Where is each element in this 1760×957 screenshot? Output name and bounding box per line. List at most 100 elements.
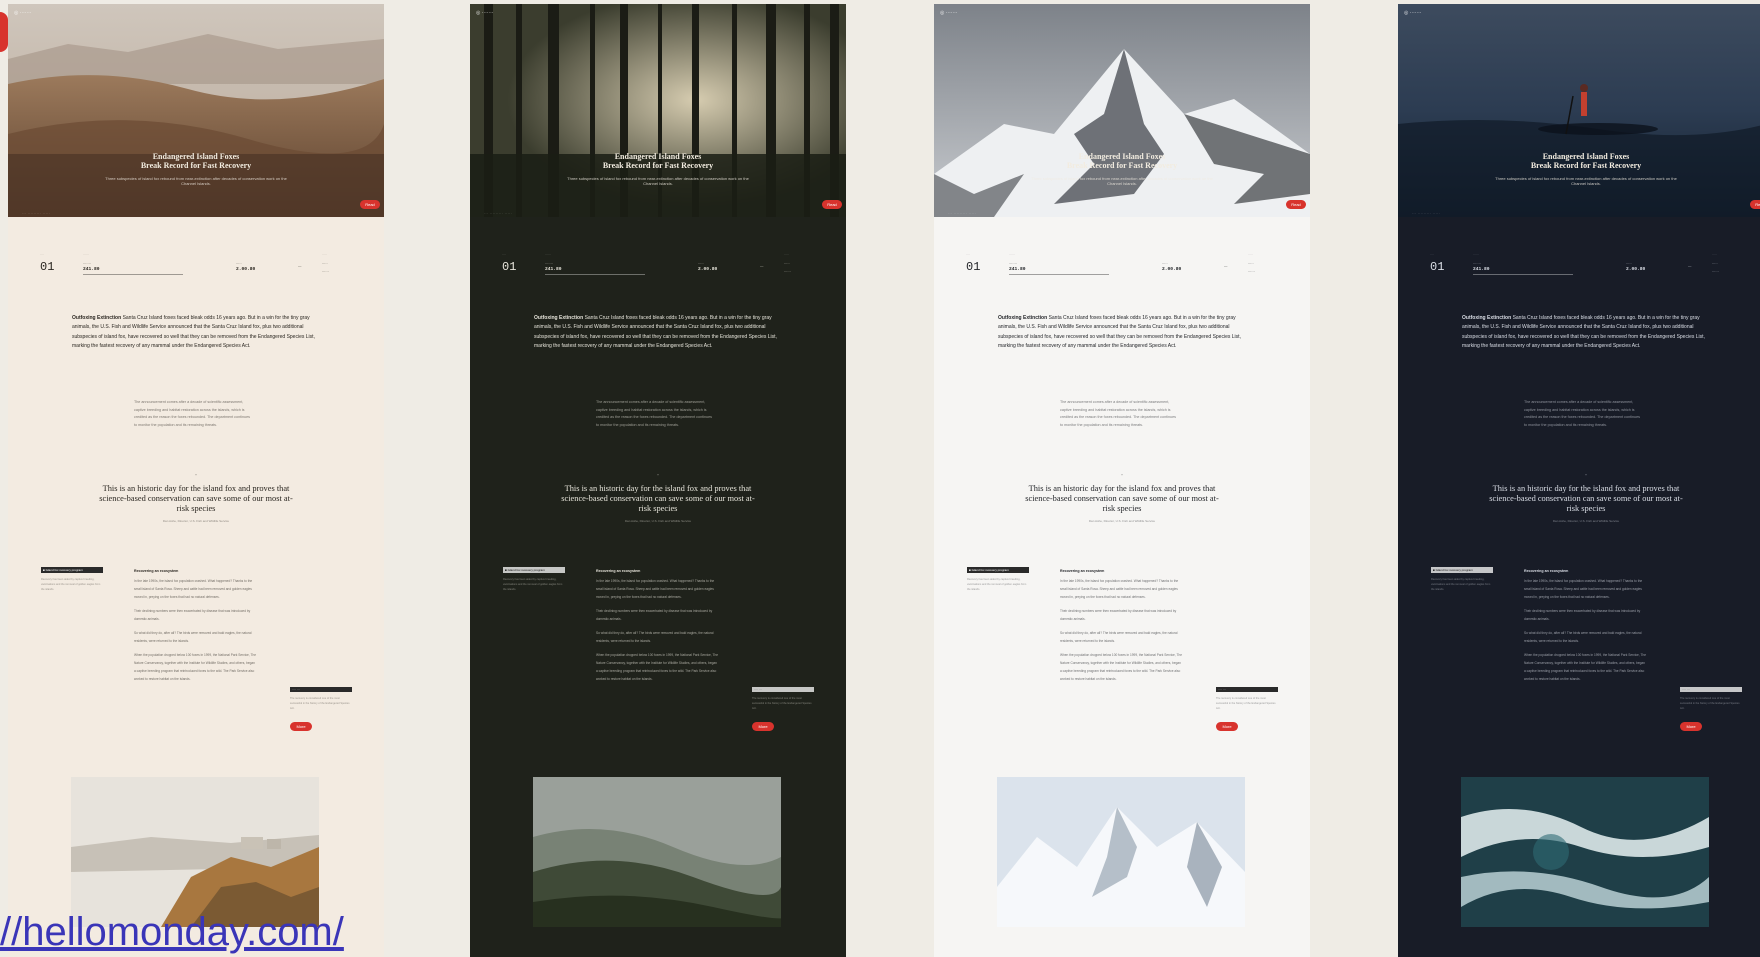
photo-image bbox=[1461, 777, 1709, 927]
section-tag-text: Recovery has been aided by captive breed… bbox=[1431, 578, 1491, 591]
stat-label: ······ bbox=[83, 252, 89, 256]
body-paragraph: So what did they do, after all? The bird… bbox=[596, 631, 714, 643]
aside-button[interactable]: More bbox=[752, 722, 774, 731]
aside-text: The recovery is considered one of the mo… bbox=[290, 697, 350, 710]
hellomonday-link[interactable]: //hellomonday.com/ bbox=[0, 908, 344, 956]
stat-left-value: 241.80 bbox=[545, 267, 562, 272]
site-logo[interactable]: ◎ ······· bbox=[476, 10, 493, 16]
hero-section: ◎ ······· Endangered Island Foxes Break … bbox=[8, 4, 384, 217]
stat-label: ···· bbox=[40, 252, 44, 256]
hero-subtitle: Three subspecies of island fox rebound f… bbox=[1495, 176, 1677, 186]
quote-attribution: Dan Ashe, Director, U.S. Fish and Wildli… bbox=[624, 519, 692, 523]
progress-bar bbox=[1009, 274, 1109, 275]
body-paragraph: In the late 1990s, the island fox popula… bbox=[134, 579, 253, 599]
stat-right-label: ····· bbox=[784, 262, 790, 266]
body-heading: Recovering an ecosystem bbox=[134, 569, 179, 573]
lead-paragraph: Outfoxing Extinction Santa Cruz Island f… bbox=[998, 314, 1248, 351]
site-logo[interactable]: ◎ ······· bbox=[1404, 10, 1421, 16]
stat-mid-value: 2.00.80 bbox=[698, 267, 718, 272]
hero-section: ◎ ······· Endangered Island Foxes Break … bbox=[934, 4, 1310, 217]
aside-button[interactable]: More bbox=[1680, 722, 1702, 731]
stat-label: ····· bbox=[1712, 252, 1717, 256]
body-text: In the late 1990s, the island fox popula… bbox=[1524, 577, 1647, 689]
stats-row: ···· ······ ····· 01 ······· 241.80 ····… bbox=[40, 252, 360, 286]
stat-left-value: 241.80 bbox=[1009, 267, 1026, 272]
stat-label: ······ bbox=[1009, 252, 1015, 256]
lead-bold: Outfoxing Extinction bbox=[534, 315, 584, 321]
article-photo bbox=[997, 777, 1245, 927]
hero-cta-button[interactable]: Read bbox=[360, 200, 380, 209]
section-tag-text: Recovery has been aided by captive breed… bbox=[41, 578, 101, 591]
stat-number: 01 bbox=[40, 260, 55, 274]
lead-bold: Outfoxing Extinction bbox=[1462, 315, 1512, 321]
side-note: The announcement comes after a decade of… bbox=[596, 400, 712, 427]
lead-paragraph: Outfoxing Extinction Santa Cruz Island f… bbox=[534, 314, 784, 351]
lead-bold: Outfoxing Extinction bbox=[72, 315, 122, 321]
body-paragraph: So what did they do, after all? The bird… bbox=[1524, 631, 1642, 643]
quote-mark: ” bbox=[195, 474, 197, 480]
photo-image bbox=[533, 777, 781, 927]
quote-attribution: Dan Ashe, Director, U.S. Fish and Wildli… bbox=[1552, 519, 1620, 523]
stat-right-label: ······ bbox=[322, 270, 329, 274]
stat-label: ····· bbox=[322, 252, 327, 256]
aside-tag: ···· ··· bbox=[1680, 687, 1742, 692]
site-logo[interactable]: ◎ ······· bbox=[14, 10, 31, 16]
stat-right-label: ····· bbox=[322, 262, 328, 266]
hero-cta-button[interactable]: Read bbox=[822, 200, 842, 209]
side-note: The announcement comes after a decade of… bbox=[1524, 400, 1640, 427]
hero-title: Endangered Island Foxes Break Record for… bbox=[1530, 152, 1642, 170]
section-tag: ■ Island fox recovery program bbox=[503, 567, 565, 573]
lead-bold: Outfoxing Extinction bbox=[998, 315, 1048, 321]
section-tag-text: Recovery has been aided by captive breed… bbox=[967, 578, 1027, 591]
body-text: In the late 1990s, the island fox popula… bbox=[134, 577, 257, 689]
hero-title: Endangered Island Foxes Break Record for… bbox=[140, 152, 252, 170]
article-photo bbox=[1461, 777, 1709, 927]
article-photo bbox=[71, 777, 319, 927]
stat-mid-value: 2.00.80 bbox=[1162, 267, 1182, 272]
stat-mid-label: ····· bbox=[698, 262, 704, 266]
quote-mark: ” bbox=[1585, 474, 1587, 480]
body-heading: Recovering an ecosystem bbox=[1060, 569, 1105, 573]
hero-cta-button[interactable]: Read bbox=[1286, 200, 1306, 209]
aside-button[interactable]: More bbox=[1216, 722, 1238, 731]
stat-number: 01 bbox=[1430, 260, 1445, 274]
stat-mid-label: ····· bbox=[1162, 262, 1168, 266]
aside-text: The recovery is considered one of the mo… bbox=[1680, 697, 1740, 710]
hero-nav[interactable]: ··· ········· ····· bbox=[484, 211, 512, 215]
hero-nav[interactable]: ··· ········· ····· bbox=[22, 211, 50, 215]
hero-cta-button[interactable]: Read bbox=[1750, 200, 1760, 209]
body-heading: Recovering an ecosystem bbox=[1524, 569, 1569, 573]
body-paragraph: When the population dropped below 100 fo… bbox=[596, 653, 719, 681]
hero-subtitle: Three subspecies of island fox rebound f… bbox=[1031, 176, 1213, 186]
stat-label: ····· bbox=[784, 252, 789, 256]
body-paragraph: Their declining numbers were then exacer… bbox=[596, 609, 713, 621]
aside-tag: ···· ··· bbox=[290, 687, 352, 692]
stat-mid-value: 2.00.80 bbox=[1626, 267, 1646, 272]
side-note: The announcement comes after a decade of… bbox=[134, 400, 250, 427]
article-photo bbox=[533, 777, 781, 927]
stat-label: ······ bbox=[1473, 252, 1479, 256]
stat-right-label: ····· bbox=[1712, 262, 1718, 266]
body-paragraph: In the late 1990s, the island fox popula… bbox=[1060, 579, 1179, 599]
body-paragraph: Their declining numbers were then exacer… bbox=[1524, 609, 1641, 621]
body-text: In the late 1990s, the island fox popula… bbox=[596, 577, 719, 689]
stat-mid-label: ····· bbox=[1626, 262, 1632, 266]
photo-image bbox=[71, 777, 319, 927]
site-logo[interactable]: ◎ ······· bbox=[940, 10, 957, 16]
stat-label: ···· bbox=[966, 252, 970, 256]
hero-subtitle: Three subspecies of island fox rebound f… bbox=[105, 176, 287, 186]
hero-nav[interactable]: ··· ········· ····· bbox=[1412, 211, 1440, 215]
stat-left-label: ······· bbox=[1473, 262, 1481, 266]
hero-title: Endangered Island Foxes Break Record for… bbox=[1066, 152, 1178, 170]
aside-button[interactable]: More bbox=[290, 722, 312, 731]
side-note: The announcement comes after a decade of… bbox=[1060, 400, 1176, 427]
stat-left-label: ······· bbox=[545, 262, 553, 266]
stat-right-label: ······ bbox=[784, 270, 791, 274]
hero-subtitle: Three subspecies of island fox rebound f… bbox=[567, 176, 749, 186]
pull-quote: This is an historic day for the island f… bbox=[99, 484, 293, 513]
hero-nav[interactable]: ··· ········· ····· bbox=[948, 211, 976, 215]
quote-attribution: Dan Ashe, Director, U.S. Fish and Wildli… bbox=[162, 519, 230, 523]
site-variant-panel-night: ◎ ······· Endangered Island Foxes Break … bbox=[1398, 4, 1760, 957]
lead-paragraph: Outfoxing Extinction Santa Cruz Island f… bbox=[72, 314, 322, 351]
stats-row: ···· ······ ····· 01 ······· 241.80 ····… bbox=[502, 252, 822, 286]
